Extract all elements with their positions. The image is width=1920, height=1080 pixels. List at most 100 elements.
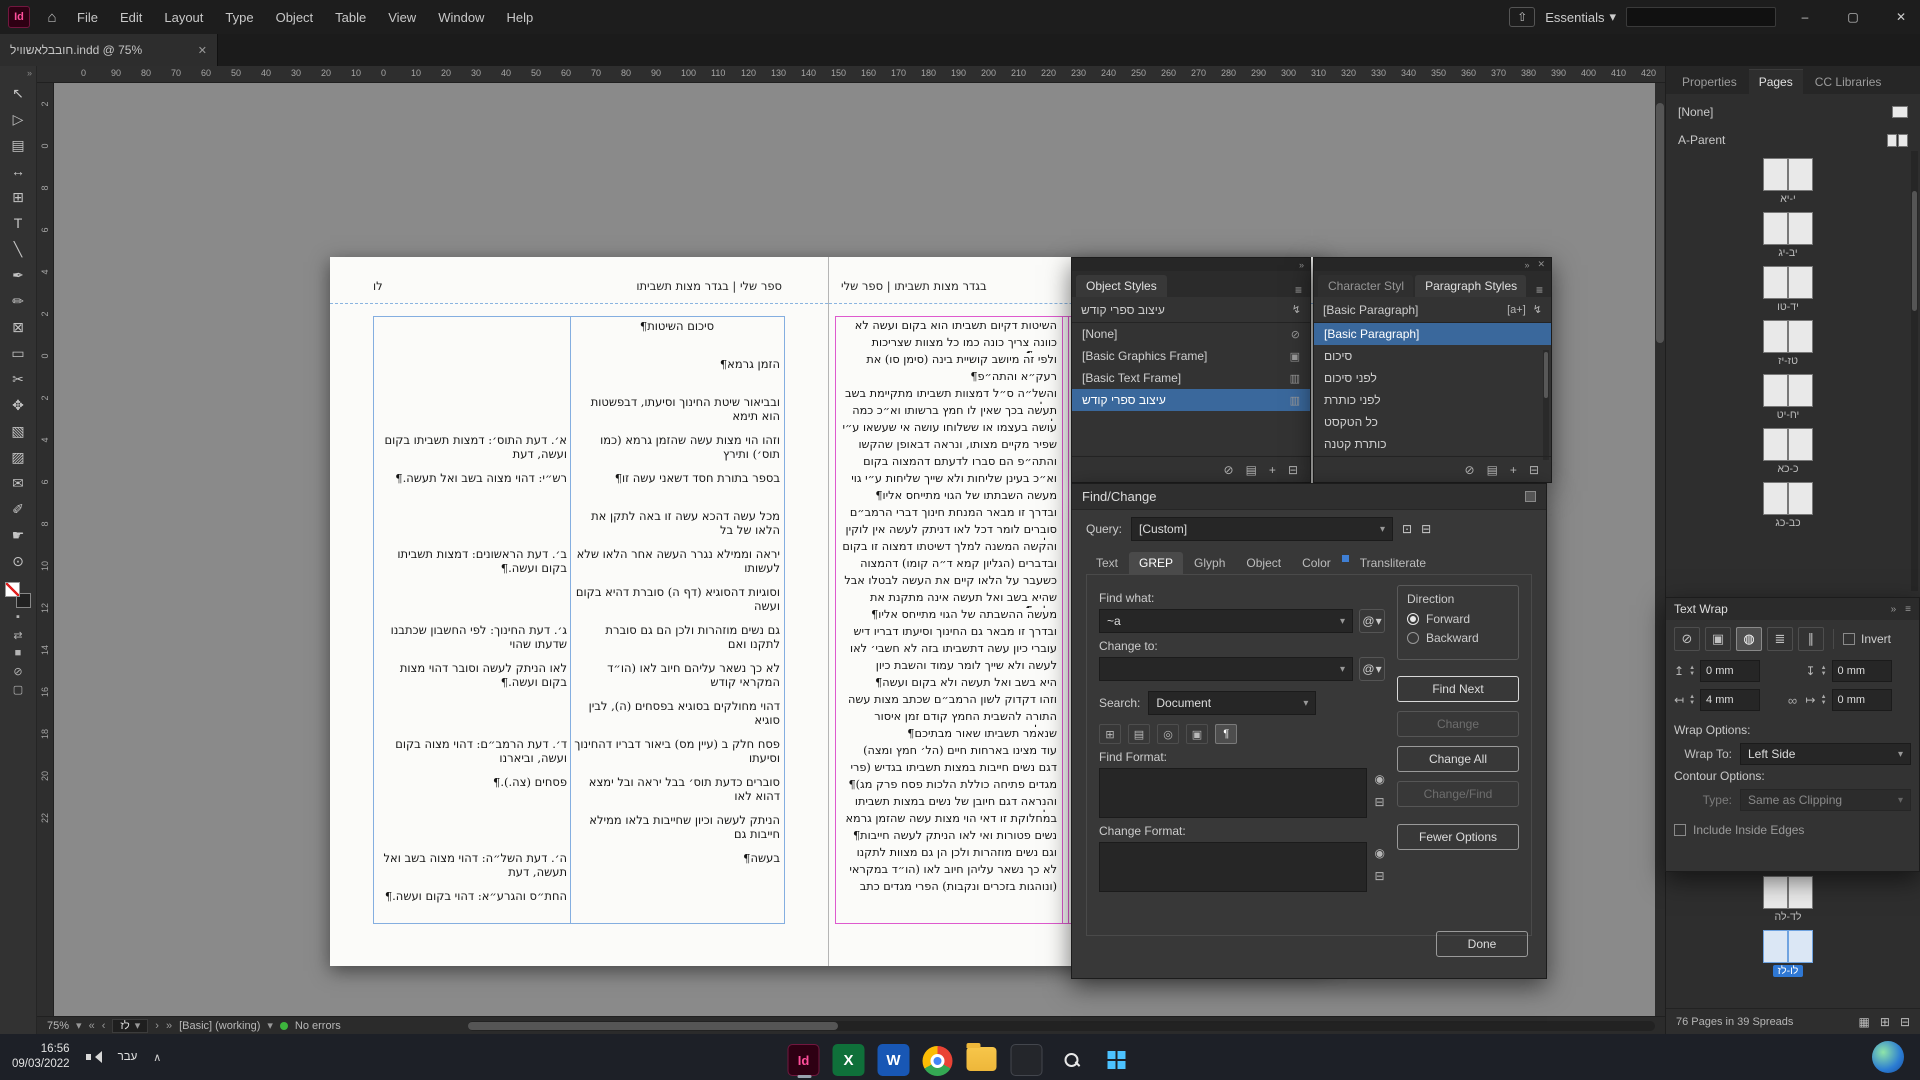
fill-stroke-swatches[interactable]: [5, 582, 31, 608]
swap-fill-stroke-icon[interactable]: ⇄: [5, 626, 31, 644]
collapse-panel-icon[interactable]: »: [1891, 604, 1897, 615]
direct-selection-tool[interactable]: ▷: [4, 106, 32, 132]
delete-style-icon[interactable]: ⊟: [1288, 463, 1298, 477]
clear-format-icon[interactable]: ⊟: [1375, 795, 1385, 809]
menu-item[interactable]: File: [66, 0, 109, 34]
text-frame[interactable]: א׳. דעת התוס׳: דמצות תשביתו בקום ועשה, ד…: [373, 316, 785, 924]
taskbar-word-icon[interactable]: W: [878, 1044, 910, 1076]
hand-tool[interactable]: ☛: [4, 522, 32, 548]
top-offset-field[interactable]: 0 mm: [1700, 660, 1760, 682]
scrollbar-thumb[interactable]: [1656, 103, 1664, 343]
special-characters-icon[interactable]: @▾: [1359, 657, 1385, 681]
free-transform-tool[interactable]: ✥: [4, 392, 32, 418]
dock-tab[interactable]: CC Libraries: [1805, 70, 1892, 94]
paragraph-style-row[interactable]: [Basic Paragraph]: [1314, 323, 1551, 345]
object-style-row[interactable]: [Basic Graphics Frame] ▣: [1072, 345, 1310, 367]
delete-page-icon[interactable]: ⊟: [1900, 1015, 1910, 1029]
delete-query-icon[interactable]: ⊟: [1421, 522, 1431, 536]
type-tool[interactable]: T: [4, 210, 32, 236]
app-search-input[interactable]: [1626, 7, 1776, 27]
system-clock[interactable]: 16:56 09/03/2022: [12, 1042, 70, 1072]
tab-object-styles[interactable]: Object Styles: [1076, 275, 1167, 297]
styles-scrollbar[interactable]: [1543, 350, 1549, 460]
bottom-offset-field[interactable]: 0 mm: [1832, 660, 1892, 682]
selection-tool[interactable]: ↖: [4, 80, 32, 106]
change-format-box[interactable]: [1099, 842, 1367, 892]
direction-forward[interactable]: Forward: [1407, 612, 1509, 626]
close-tab-icon[interactable]: ✕: [198, 44, 207, 57]
minimize-button[interactable]: –: [1786, 0, 1824, 34]
right-offset-field[interactable]: 0 mm: [1832, 689, 1892, 711]
default-fill-stroke-icon[interactable]: ▪: [5, 608, 31, 626]
spread-item[interactable]: לו-לז: [1763, 930, 1813, 977]
menu-item[interactable]: Window: [427, 0, 495, 34]
tab-transliterate[interactable]: Transliterate: [1350, 552, 1436, 574]
panel-menu-icon[interactable]: ≡: [1287, 283, 1310, 297]
collapse-panel-icon[interactable]: »: [1299, 260, 1304, 270]
rectangle-tool[interactable]: ▭: [4, 340, 32, 366]
workspace-switcher[interactable]: Essentials▾: [1545, 9, 1616, 25]
query-dropdown[interactable]: [Custom]▾: [1131, 517, 1393, 541]
vertical-scrollbar[interactable]: [1655, 83, 1665, 1016]
fill-swatch[interactable]: [5, 582, 20, 597]
eyedropper-tool[interactable]: ✐: [4, 496, 32, 522]
page-left[interactable]: לו ספר שלי | בגדר מצות תשביתו א׳. דעת הת…: [330, 257, 829, 966]
gap-tool[interactable]: ↔: [4, 158, 32, 184]
no-text-wrap-icon[interactable]: ⊘: [1674, 627, 1700, 651]
spread-item[interactable]: טז-יז: [1763, 320, 1813, 367]
scissors-tool[interactable]: ✂: [4, 366, 32, 392]
search-scope-dropdown[interactable]: Document▾: [1148, 691, 1316, 715]
collapse-tools-icon[interactable]: »: [23, 66, 36, 80]
page-size-icon[interactable]: ▦: [1859, 1015, 1870, 1029]
maximize-button[interactable]: ▢: [1834, 0, 1872, 34]
clear-overrides-icon[interactable]: ⊘: [1465, 463, 1475, 477]
document-tab[interactable]: חובבלאשוויל.indd @ 75% ✕: [0, 34, 218, 66]
wrap-to-dropdown[interactable]: Left Side▾: [1740, 743, 1911, 765]
close-button[interactable]: ✕: [1882, 0, 1920, 34]
spread-item[interactable]: יח-יט: [1763, 374, 1813, 421]
stepper-icon[interactable]: ▲▼: [1689, 694, 1695, 706]
paragraph-style-row[interactable]: כל הטקסט: [1314, 411, 1551, 433]
scrollbar-thumb[interactable]: [1912, 191, 1917, 311]
include-master-pages-icon[interactable]: ▣: [1186, 724, 1208, 744]
include-locked-stories-icon[interactable]: ▤: [1128, 724, 1150, 744]
home-icon[interactable]: ⌂: [38, 9, 66, 26]
next-page-icon[interactable]: ›: [155, 1020, 159, 1032]
pages-parent-row[interactable]: A-Parent: [1666, 128, 1920, 152]
override-icon[interactable]: ↯: [1533, 303, 1542, 316]
invert-checkbox[interactable]: Invert: [1843, 632, 1891, 646]
scrollbar-thumb[interactable]: [468, 1022, 838, 1030]
tab-text[interactable]: Text: [1086, 552, 1128, 574]
taskbar-start-icon[interactable]: [1101, 1044, 1133, 1076]
clear-overrides-icon[interactable]: ⊘: [1224, 463, 1234, 477]
tab-color[interactable]: Color: [1292, 552, 1341, 574]
panel-menu-icon[interactable]: ≡: [1528, 283, 1551, 297]
taskbar-chrome-icon[interactable]: [923, 1046, 953, 1076]
pages-scrollbar[interactable]: [1911, 151, 1918, 591]
checkbox-icon[interactable]: [1843, 633, 1855, 645]
menu-item[interactable]: View: [377, 0, 427, 34]
include-locked-layers-icon[interactable]: ⊞: [1099, 724, 1121, 744]
save-query-icon[interactable]: ⊡: [1402, 522, 1412, 536]
find-format-box[interactable]: [1099, 768, 1367, 818]
detach-dialog-icon[interactable]: [1525, 491, 1536, 502]
object-style-row[interactable]: עיצוב ספרי קודש ▥: [1072, 389, 1310, 411]
spread-item[interactable]: יד-טו: [1763, 266, 1813, 313]
object-style-row[interactable]: [Basic Text Frame] ▥: [1072, 367, 1310, 389]
spread-item[interactable]: יב-יג: [1763, 212, 1813, 259]
radio-icon[interactable]: [1407, 613, 1419, 625]
menu-item[interactable]: Object: [265, 0, 325, 34]
include-hidden-layers-icon[interactable]: ◎: [1157, 724, 1179, 744]
new-page-icon[interactable]: ⊞: [1880, 1015, 1890, 1029]
direction-backward[interactable]: Backward: [1407, 631, 1509, 645]
note-tool[interactable]: ✉: [4, 470, 32, 496]
paragraph-style-row[interactable]: לפני סיכום: [1314, 367, 1551, 389]
menu-item[interactable]: Table: [324, 0, 377, 34]
tab-paragraph-styles[interactable]: Paragraph Styles: [1415, 275, 1526, 297]
stepper-icon[interactable]: ▲▼: [1689, 665, 1695, 677]
override-icon[interactable]: ↯: [1292, 303, 1301, 316]
page-number-field[interactable]: לז▾: [112, 1019, 148, 1033]
specify-attributes-icon[interactable]: ◉: [1375, 846, 1385, 860]
include-inside-edges-checkbox[interactable]: Include Inside Edges: [1666, 811, 1919, 837]
collapse-panel-icon[interactable]: »: [1524, 260, 1529, 270]
